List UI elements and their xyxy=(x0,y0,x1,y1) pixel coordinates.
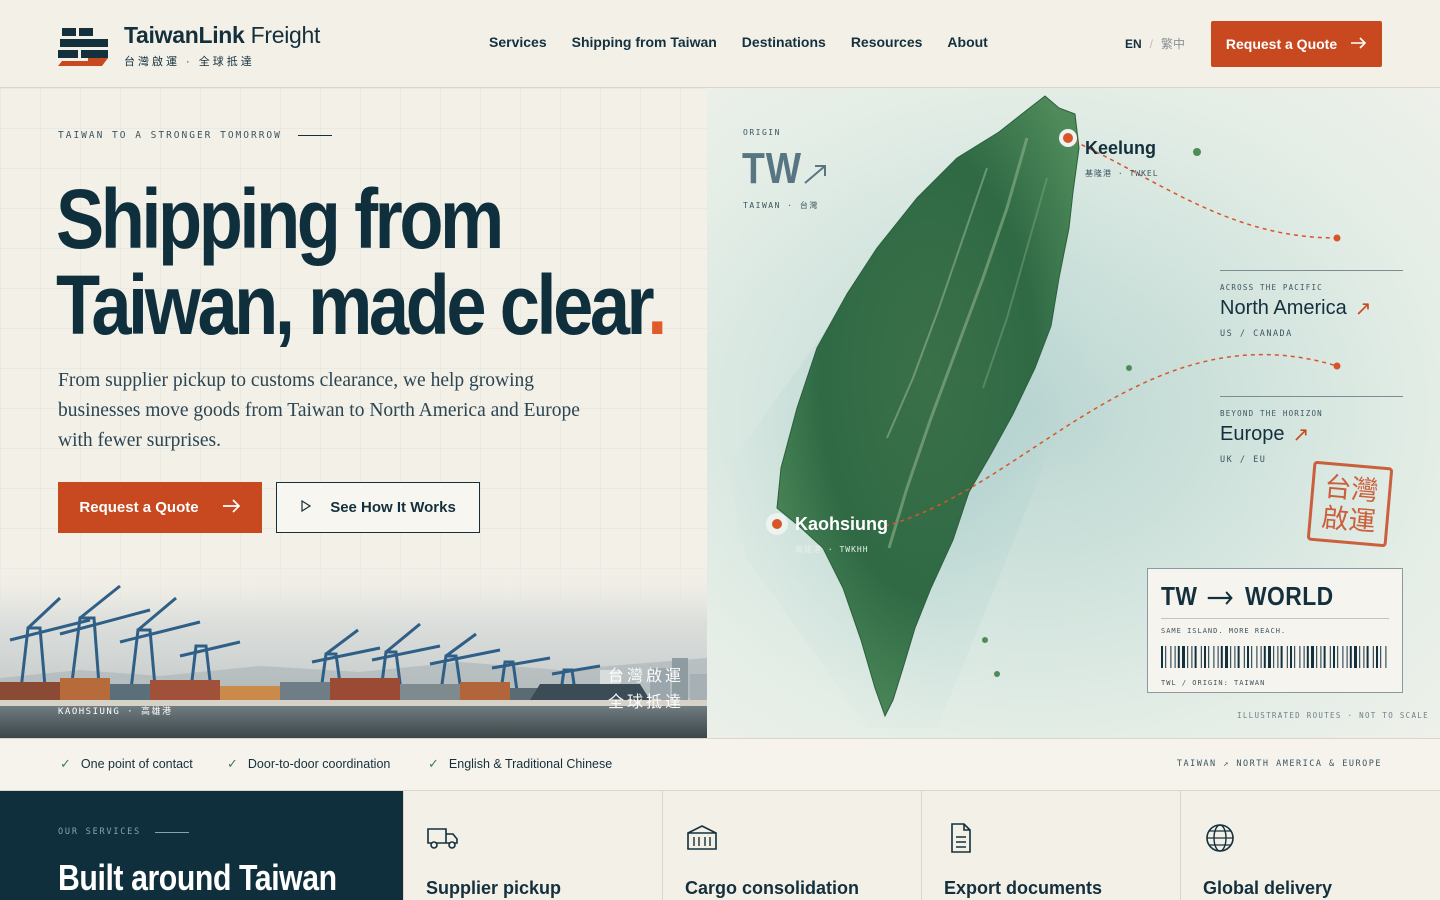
main-nav: Services Shipping from Taiwan Destinatio… xyxy=(489,34,1013,50)
origin-code: TW xyxy=(742,144,802,193)
arrow-right-icon xyxy=(1351,36,1367,52)
services-intro: OUR SERVICES Built around Taiwan xyxy=(0,791,403,900)
nav-destinations[interactable]: Destinations xyxy=(742,34,826,50)
brand-name: TaiwanLink Freight xyxy=(124,22,321,48)
service-card-supplier-pickup[interactable]: Supplier pickup xyxy=(403,791,662,900)
nav-shipping-from-taiwan[interactable]: Shipping from Taiwan xyxy=(572,34,717,50)
truck-icon xyxy=(426,823,460,853)
destination-north-america[interactable]: ACROSS THE PACIFIC North America ↗ US / C… xyxy=(1220,270,1403,339)
feature-item: ✓ English & Traditional Chinese xyxy=(428,756,613,771)
long-arrow-right-icon xyxy=(1208,581,1234,612)
ticket-to: WORLD xyxy=(1244,581,1334,611)
keelung-sub: 基隆港 · TWKEL xyxy=(1085,169,1159,178)
route-summary: TAIWAN ↗ NORTH AMERICA & EUROPE xyxy=(1176,759,1382,769)
nav-about[interactable]: About xyxy=(947,34,987,50)
kaohsiung-label: Kaohsiung xyxy=(795,514,888,534)
arrow-right-icon xyxy=(222,498,241,517)
ticket-from: TW xyxy=(1161,581,1198,611)
play-icon xyxy=(300,499,312,516)
barcode-icon xyxy=(1161,646,1387,668)
lang-zh[interactable]: 繁中 xyxy=(1161,37,1185,51)
hero-title: Shipping from Taiwan, made clear. xyxy=(56,172,667,352)
brand-tagline: 台灣啟運 · 全球抵達 xyxy=(124,56,255,68)
origin-label: ORIGIN xyxy=(743,128,781,137)
check-icon: ✓ xyxy=(60,756,71,771)
document-icon xyxy=(944,823,978,853)
service-card-cargo-consolidation[interactable]: Cargo consolidation xyxy=(662,791,921,900)
photo-cjk-tagline: 台灣啟運 全球抵達 xyxy=(608,668,685,711)
globe-icon xyxy=(1203,823,1237,853)
header-quote-label: Request a Quote xyxy=(1225,36,1338,52)
arrow-up-right-icon: ↗ xyxy=(1292,424,1310,446)
ticket-divider xyxy=(1161,618,1389,619)
logo-mark-icon xyxy=(58,26,110,66)
hero-eyebrow: TAIWAN TO A STRONGER TOMORROW xyxy=(58,130,332,141)
feature-item: ✓ One point of contact xyxy=(60,756,193,771)
ticket-footer: TWL / ORIGIN: TAIWAN xyxy=(1161,679,1266,687)
services-title: Built around Taiwan xyxy=(58,857,337,898)
ticket-tagline: SAME ISLAND. MORE REACH. xyxy=(1161,627,1287,635)
keelung-label: Keelung xyxy=(1085,138,1157,158)
see-how-it-works-button[interactable]: See How It Works xyxy=(276,482,480,533)
destination-europe[interactable]: BEYOND THE HORIZON Europe ↗ UK / EU xyxy=(1220,396,1403,465)
nav-services[interactable]: Services xyxy=(489,34,547,50)
route-map: ORIGIN TW TAIWAN · 台灣 Keelung 基隆港 · TWKE… xyxy=(707,88,1440,738)
brand-logo[interactable]: TaiwanLink Freight 台灣啟運 · 全球抵達 xyxy=(58,22,320,69)
lang-en[interactable]: EN xyxy=(1125,37,1142,51)
origin-sub: TAIWAN · 台灣 xyxy=(743,201,819,210)
eyebrow-rule xyxy=(297,135,332,136)
header-quote-button[interactable]: Request a Quote xyxy=(1211,21,1382,67)
nav-resources[interactable]: Resources xyxy=(851,34,923,50)
eyebrow-rule xyxy=(155,831,190,833)
hero-quote-button[interactable]: Request a Quote xyxy=(58,482,262,533)
feature-bar: ✓ One point of contact ✓ Door-to-door coor… xyxy=(0,738,1440,791)
map-scale-note: ILLUSTRATED ROUTES · NOT TO SCALE xyxy=(1237,711,1429,720)
check-icon: ✓ xyxy=(428,756,439,771)
chinese-seal-stamp: 台灣 啟運 xyxy=(1306,460,1394,548)
feature-item: ✓ Door-to-door coordination xyxy=(227,756,391,771)
hero-description: From supplier pickup to customs clearanc… xyxy=(58,370,580,451)
services-eyebrow: OUR SERVICES xyxy=(58,827,190,837)
container-icon xyxy=(685,823,719,853)
service-card-global-delivery[interactable]: Global delivery xyxy=(1180,791,1440,900)
shipping-ticket: TW WORLD SAME ISLAND. MORE REACH. TWL / … xyxy=(1147,568,1403,693)
lang-separator: / xyxy=(1149,37,1154,51)
arrow-up-right-icon: ↗ xyxy=(1354,298,1372,320)
kaohsiung-sub: 高雄港 · TWKHH xyxy=(795,545,869,554)
hero-section: TAIWAN TO A STRONGER TOMORROW Shipping f… xyxy=(0,88,707,738)
photo-caption: KAOHSIUNG · 高雄港 xyxy=(58,707,173,717)
check-icon: ✓ xyxy=(227,756,238,771)
site-header: TaiwanLink Freight 台灣啟運 · 全球抵達 Services … xyxy=(0,0,1440,88)
language-switcher: EN / 繁中 xyxy=(1125,35,1185,52)
service-card-export-documents[interactable]: Export documents xyxy=(921,791,1180,900)
